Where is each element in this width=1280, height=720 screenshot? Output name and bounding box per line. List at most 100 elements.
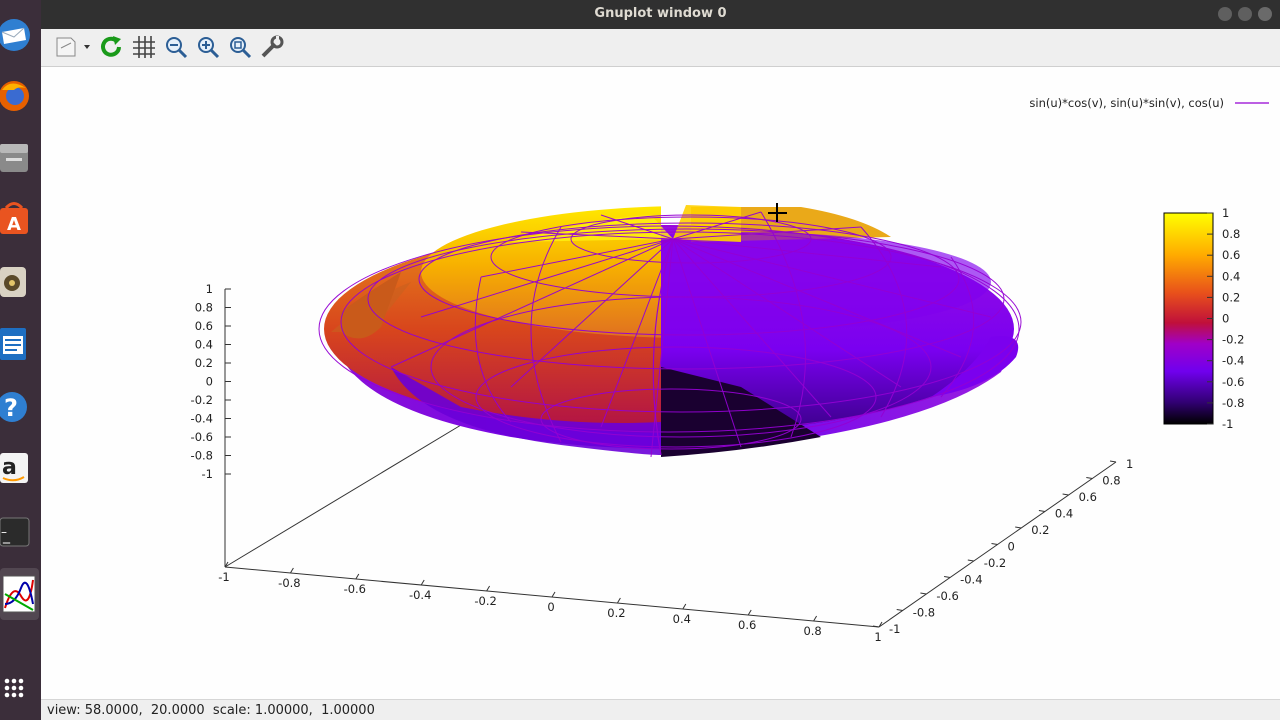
- y-tick-mark: [1015, 526, 1022, 529]
- x-tick-label: 0.4: [673, 612, 691, 626]
- y-tick-mark: [920, 592, 927, 595]
- x-tick-label: -0.8: [278, 576, 300, 590]
- z-tick-label: -1: [202, 467, 213, 481]
- launcher-dock: A ? a _ –: [0, 0, 41, 720]
- colorbar-tick-label: 0.4: [1222, 269, 1240, 283]
- x-tick-mark: [682, 603, 687, 610]
- plot-toolbar: [41, 29, 1280, 67]
- dock-terminal[interactable]: _ –: [0, 509, 34, 553]
- plot-canvas[interactable]: -1 -0.8 -0.6 -0.4 -0.2 0 0.2 0.4 0.6 0.8 1 -1 -0.8-…: [41, 67, 1280, 699]
- replot-button[interactable]: [98, 33, 126, 61]
- x-tick-mark: [289, 567, 294, 574]
- zoom-out-icon: [166, 37, 188, 59]
- grid-button[interactable]: [130, 33, 158, 61]
- y-tick-mark: [1062, 493, 1069, 496]
- window-title: Gnuplot window 0: [594, 6, 727, 21]
- close-button[interactable]: [1258, 7, 1272, 21]
- dock-apps[interactable]: [0, 665, 34, 709]
- legend: sin(u)*cos(v), sin(u)*sin(v), cos(u): [1029, 96, 1269, 110]
- y-tick-label: -0.6: [936, 589, 958, 603]
- maximize-button[interactable]: [1238, 7, 1252, 21]
- x-tick-label: -0.6: [344, 582, 366, 596]
- dock-help[interactable]: ?: [0, 384, 34, 428]
- y-tick-label: 0: [1008, 540, 1015, 554]
- y-tick-label: 0.2: [1031, 523, 1049, 537]
- colorbar-gradient: [1163, 212, 1214, 425]
- grid-icon: [133, 36, 155, 58]
- x-tick-label: -1: [218, 570, 229, 584]
- zoom-previous-button[interactable]: [162, 33, 190, 61]
- dock-writer[interactable]: [0, 321, 34, 365]
- x-tick-mark: [616, 597, 621, 604]
- z-tick-label: 0.6: [195, 319, 213, 333]
- export-menu-button[interactable]: [53, 33, 95, 61]
- dock-software[interactable]: A: [0, 197, 34, 241]
- y-tick-mark: [896, 609, 903, 611]
- zoom-next-button[interactable]: [194, 33, 222, 61]
- colorbar-tick-label: 0.6: [1222, 248, 1240, 262]
- wrench-icon: [261, 35, 284, 58]
- z-tick-label: 1: [206, 282, 213, 296]
- y-tick-label: 0.6: [1079, 490, 1097, 504]
- surface-plot: -1 -0.8 -0.6 -0.4 -0.2 0 0.2 0.4 0.6 0.8 1 -1-0.8-…: [191, 96, 1269, 644]
- y-tick-mark: [967, 559, 974, 562]
- y-tick-label: -1: [889, 622, 900, 636]
- minimize-button[interactable]: [1218, 7, 1232, 21]
- dock-rhythmbox[interactable]: [0, 259, 34, 303]
- autoscale-button[interactable]: [226, 33, 254, 61]
- firefox-icon: [0, 81, 29, 111]
- x-tick-mark: [486, 585, 491, 592]
- y-tick-mark: [1038, 510, 1045, 512]
- refresh-icon: [101, 36, 121, 57]
- colorbar-tick-label: -1: [1222, 417, 1233, 431]
- apps-grid-icon: [4, 678, 24, 698]
- y-tick-label: 0.8: [1102, 474, 1120, 488]
- settings-button[interactable]: [258, 33, 286, 61]
- z-tick-label: 0: [206, 375, 213, 389]
- y-tick-mark: [944, 576, 951, 578]
- export-icon: [56, 37, 90, 57]
- x-tick-label: 0.8: [803, 624, 821, 638]
- dock-firefox[interactable]: [0, 73, 34, 117]
- colorbar-tick-label: 0: [1222, 312, 1229, 326]
- speaker-icon: [0, 267, 26, 297]
- x-axis-ticks: -1 -0.8 -0.6 -0.4 -0.2 0 0.2 0.4 0.6 0.8 1: [218, 561, 883, 644]
- x-tick-mark: [551, 591, 556, 598]
- x-tick-label: 0.6: [738, 618, 756, 632]
- zoom-fit-icon: [230, 37, 252, 59]
- svg-text:a: a: [2, 455, 17, 480]
- x-tick-label: -0.4: [409, 588, 431, 602]
- dock-gnuplot[interactable]: [0, 568, 39, 620]
- colorbar-tick-label: -0.4: [1222, 354, 1244, 368]
- zoom-in-icon: [198, 37, 220, 59]
- z-tick-label: 0.4: [195, 338, 213, 352]
- window-titlebar: Gnuplot window 0: [41, 0, 1280, 29]
- gnuplot-icon: [2, 575, 35, 613]
- x-tick-mark: [747, 609, 752, 616]
- z-tick-label: 0.2: [195, 356, 213, 370]
- mail-icon: [0, 19, 30, 51]
- dock-files[interactable]: [0, 135, 34, 179]
- z-tick-label: 0.8: [195, 301, 213, 315]
- svg-text:A: A: [7, 214, 21, 235]
- x-tick-label: -0.2: [474, 594, 496, 608]
- terminal-icon: _–: [0, 517, 30, 547]
- colorbar-tick-label: -0.8: [1222, 396, 1244, 410]
- colorbar-tick-label: 0.2: [1222, 290, 1240, 304]
- y-tick-mark: [1109, 460, 1117, 463]
- x-tick-mark: [355, 573, 360, 580]
- y-axis-ticks: -1 -0.8-0.6-0.4-0.20 0.2 0.4 0.6 0.8 1: [872, 457, 1133, 636]
- colorbar-tick-label: -0.6: [1222, 375, 1244, 389]
- colorbar-tick-label: 0.8: [1222, 227, 1240, 241]
- y-tick-label: -0.4: [960, 573, 982, 587]
- status-bar: view: 58.0000, 20.0000 scale: 1.00000, 1…: [41, 699, 1280, 720]
- z-tick-label: -0.8: [191, 449, 213, 463]
- legend-label: sin(u)*cos(v), sin(u)*sin(v), cos(u): [1029, 96, 1224, 110]
- z-tick-label: -0.6: [191, 430, 213, 444]
- files-icon: [0, 144, 28, 172]
- svg-text:–: –: [1, 525, 7, 539]
- dock-mail[interactable]: [0, 13, 34, 57]
- amazon-icon: a: [0, 453, 28, 483]
- dock-amazon[interactable]: a: [0, 445, 34, 489]
- software-center-icon: A: [0, 202, 28, 235]
